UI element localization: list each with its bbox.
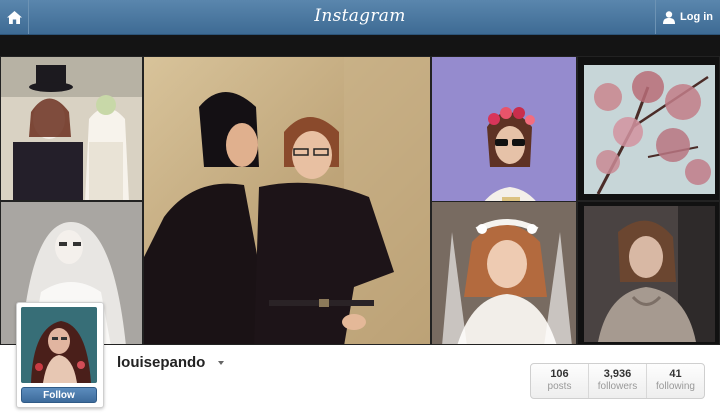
avatar-card: Follow xyxy=(16,302,104,408)
username[interactable]: louisepando xyxy=(117,354,205,371)
login-button[interactable]: Log in xyxy=(655,0,720,34)
avatar[interactable] xyxy=(21,307,97,383)
top-bar: Instagram Log in xyxy=(0,0,720,35)
stat-label: posts xyxy=(547,381,572,392)
instagram-logo: Instagram xyxy=(314,6,406,26)
photo-tea-party-costume xyxy=(1,57,142,200)
photo-tile[interactable] xyxy=(577,56,720,201)
stat-following[interactable]: 41 following xyxy=(646,364,704,398)
photo-tile[interactable] xyxy=(143,56,431,345)
photo-bride-tiara xyxy=(432,202,576,344)
stat-followers[interactable]: 3,936 followers xyxy=(588,364,646,398)
follow-button[interactable]: Follow xyxy=(21,387,97,403)
stat-value: 3,936 xyxy=(603,368,632,380)
photo-cherry-blossom-tree xyxy=(578,57,719,200)
photo-tile[interactable] xyxy=(0,56,143,201)
photo-vintage-portrait xyxy=(578,202,719,344)
stat-label: following xyxy=(656,381,695,392)
stat-label: followers xyxy=(597,381,638,392)
photo-grid xyxy=(0,56,720,345)
profile-stats: 106 posts 3,936 followers 41 following xyxy=(530,363,705,399)
stat-value: 41 xyxy=(669,368,682,380)
stat-value: 106 xyxy=(550,368,569,380)
photo-tile[interactable] xyxy=(577,201,720,345)
stat-posts[interactable]: 106 posts xyxy=(531,364,588,398)
photo-two-women-posing xyxy=(144,57,430,344)
cover-band xyxy=(0,35,720,56)
profile-photo xyxy=(21,307,97,383)
photo-tile[interactable] xyxy=(431,201,577,345)
user-icon xyxy=(663,10,675,24)
chevron-down-icon[interactable] xyxy=(218,361,224,365)
login-label: Log in xyxy=(680,11,713,23)
